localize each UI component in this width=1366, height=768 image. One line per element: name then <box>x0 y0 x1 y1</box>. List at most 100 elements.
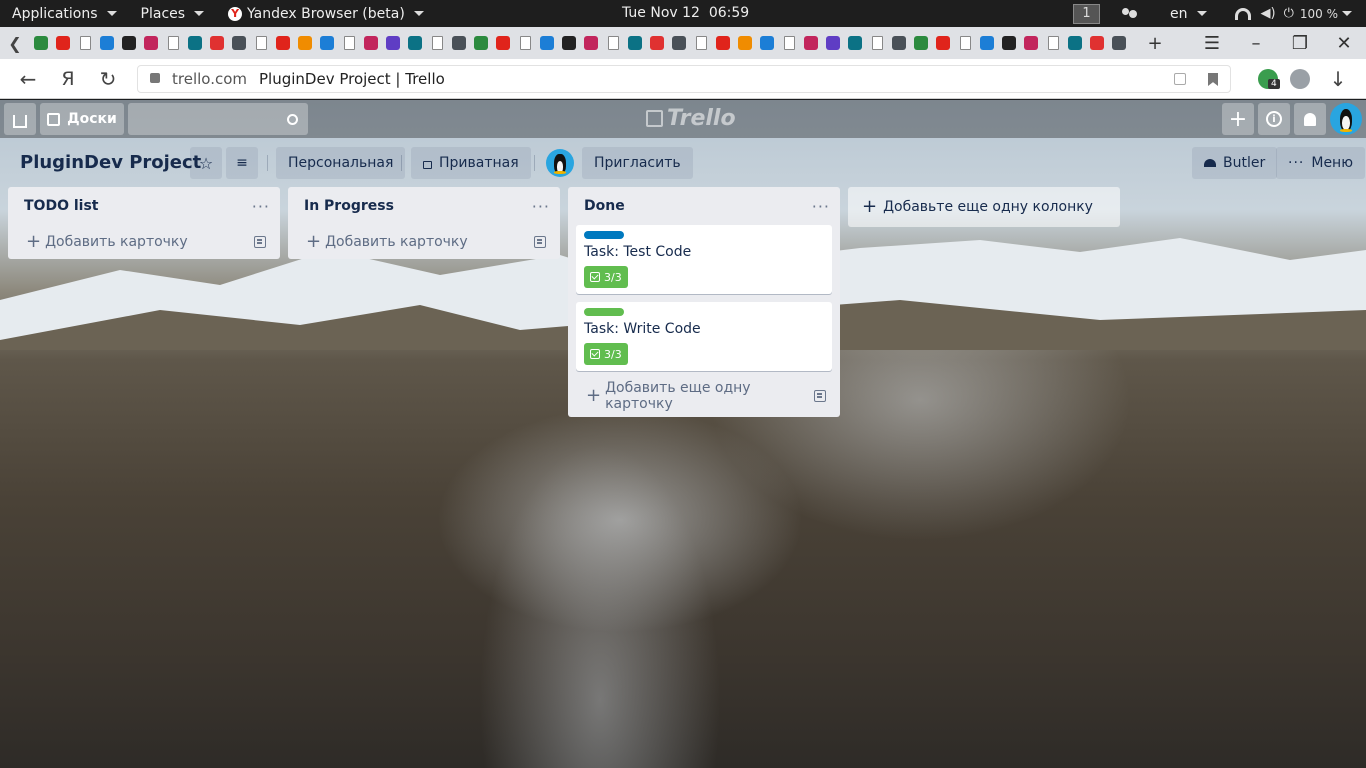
browser-tab[interactable] <box>74 32 96 54</box>
card-test-code[interactable]: Task: Test Code 3/3 <box>576 225 832 294</box>
browser-menu-icon[interactable]: ☰ <box>1190 27 1234 59</box>
browser-tab[interactable] <box>30 32 52 54</box>
privacy-button[interactable]: Приватная <box>411 147 531 179</box>
browser-tab[interactable] <box>844 32 866 54</box>
applications-menu[interactable]: Applications <box>0 0 129 27</box>
app-menu[interactable]: Y Yandex Browser (beta) <box>216 0 436 27</box>
list-title[interactable]: Done <box>584 198 625 214</box>
browser-tab[interactable] <box>338 32 360 54</box>
browser-tab[interactable] <box>250 32 272 54</box>
add-list-button[interactable]: + Добавьте еще одну колонку <box>848 187 1120 227</box>
home-button[interactable] <box>4 103 36 135</box>
browser-tab[interactable] <box>1042 32 1064 54</box>
browser-tab[interactable] <box>426 32 448 54</box>
search-input[interactable] <box>128 103 308 135</box>
card-label[interactable] <box>584 308 624 316</box>
list-title[interactable]: TODO list <box>24 198 98 214</box>
browser-tab[interactable] <box>778 32 800 54</box>
places-menu[interactable]: Places <box>129 0 217 27</box>
add-card-action[interactable]: + Добавить карточку <box>306 233 468 251</box>
omnibox[interactable]: trello.com PluginDev Project | Trello <box>137 65 1231 93</box>
team-visibility-button[interactable]: Персональная <box>276 147 406 179</box>
trello-logo[interactable]: Trello <box>646 106 736 131</box>
browser-tab[interactable] <box>404 32 426 54</box>
browser-tab[interactable] <box>756 32 778 54</box>
browser-tab[interactable] <box>976 32 998 54</box>
browser-tab[interactable] <box>536 32 558 54</box>
language-menu[interactable]: en <box>1162 0 1215 27</box>
add-card-button[interactable]: + Добавить карточку <box>8 225 280 259</box>
add-card-action[interactable]: + Добавить карточку <box>26 233 188 251</box>
browser-tab[interactable] <box>470 32 492 54</box>
chevron-down-icon[interactable] <box>1342 11 1352 16</box>
people-icon[interactable] <box>1122 7 1138 20</box>
tabs-scroll-left-button[interactable]: ❮ <box>0 27 30 59</box>
browser-tab[interactable] <box>184 32 206 54</box>
browser-tab[interactable] <box>734 32 756 54</box>
browser-tab[interactable] <box>1086 32 1108 54</box>
browser-tab[interactable] <box>514 32 536 54</box>
restore-icon[interactable]: ❐ <box>1278 27 1322 59</box>
browser-tab[interactable] <box>866 32 888 54</box>
browser-tab[interactable] <box>382 32 404 54</box>
browser-tab[interactable] <box>646 32 668 54</box>
list-menu-icon[interactable]: ··· <box>532 197 550 216</box>
card-template-icon[interactable] <box>534 236 546 248</box>
card-write-code[interactable]: Task: Write Code 3/3 <box>576 302 832 371</box>
notifications-button[interactable] <box>1294 103 1326 135</box>
boards-button[interactable]: Доски <box>40 103 124 135</box>
browser-tab[interactable] <box>1020 32 1042 54</box>
browser-tab[interactable] <box>140 32 162 54</box>
butler-button[interactable]: Butler <box>1192 147 1278 179</box>
wifi-icon[interactable] <box>1234 7 1251 20</box>
browser-tab[interactable] <box>932 32 954 54</box>
browser-tab[interactable] <box>888 32 910 54</box>
browser-tab[interactable] <box>690 32 712 54</box>
new-tab-button[interactable]: + <box>1140 27 1170 59</box>
yandex-home-icon[interactable]: Я <box>48 59 88 99</box>
browser-tab[interactable] <box>228 32 250 54</box>
browser-tab[interactable] <box>624 32 646 54</box>
browser-tab[interactable] <box>52 32 74 54</box>
browser-tab[interactable] <box>822 32 844 54</box>
extension-icon[interactable]: 4 <box>1258 69 1280 93</box>
create-button[interactable]: + <box>1222 103 1254 135</box>
browser-tab[interactable] <box>360 32 382 54</box>
member-avatar[interactable] <box>1330 103 1362 135</box>
browser-tab[interactable] <box>558 32 580 54</box>
downloads-icon[interactable]: ↓ <box>1318 59 1358 99</box>
add-card-action[interactable]: + Добавить еще одну карточку <box>586 380 814 412</box>
browser-tab[interactable] <box>448 32 470 54</box>
translate-icon[interactable] <box>1174 73 1186 85</box>
lock-icon[interactable] <box>150 73 160 83</box>
card-template-icon[interactable] <box>254 236 266 248</box>
back-icon[interactable]: ← <box>8 59 48 99</box>
browser-tab[interactable] <box>954 32 976 54</box>
workspace-indicator[interactable]: 1 <box>1073 3 1100 24</box>
add-card-button[interactable]: + Добавить еще одну карточку <box>568 379 840 413</box>
card-template-icon[interactable] <box>814 390 826 402</box>
reload-icon[interactable]: ↻ <box>88 59 128 99</box>
browser-tab[interactable] <box>118 32 140 54</box>
minimize-icon[interactable]: – <box>1234 27 1278 59</box>
board-title[interactable]: PluginDev Project <box>20 152 201 173</box>
browser-tab[interactable] <box>712 32 734 54</box>
card-label[interactable] <box>584 231 624 239</box>
browser-tab[interactable] <box>162 32 184 54</box>
add-card-button[interactable]: + Добавить карточку <box>288 225 560 259</box>
browser-tab[interactable] <box>96 32 118 54</box>
browser-tab[interactable] <box>910 32 932 54</box>
list-menu-icon[interactable]: ··· <box>812 197 830 216</box>
browser-tab[interactable] <box>294 32 316 54</box>
list-header[interactable]: TODO list ··· <box>8 187 280 225</box>
browser-tab[interactable] <box>492 32 514 54</box>
browser-tab[interactable] <box>1064 32 1086 54</box>
browser-tab[interactable] <box>668 32 690 54</box>
invite-button[interactable]: Пригласить <box>582 147 693 179</box>
browser-tab[interactable] <box>998 32 1020 54</box>
list-menu-icon[interactable]: ··· <box>252 197 270 216</box>
list-header[interactable]: Done ··· <box>568 187 840 225</box>
globe-icon[interactable] <box>1290 69 1310 89</box>
power-icon[interactable]: ⏻ <box>1284 6 1294 21</box>
bookmark-icon[interactable] <box>1208 73 1218 86</box>
